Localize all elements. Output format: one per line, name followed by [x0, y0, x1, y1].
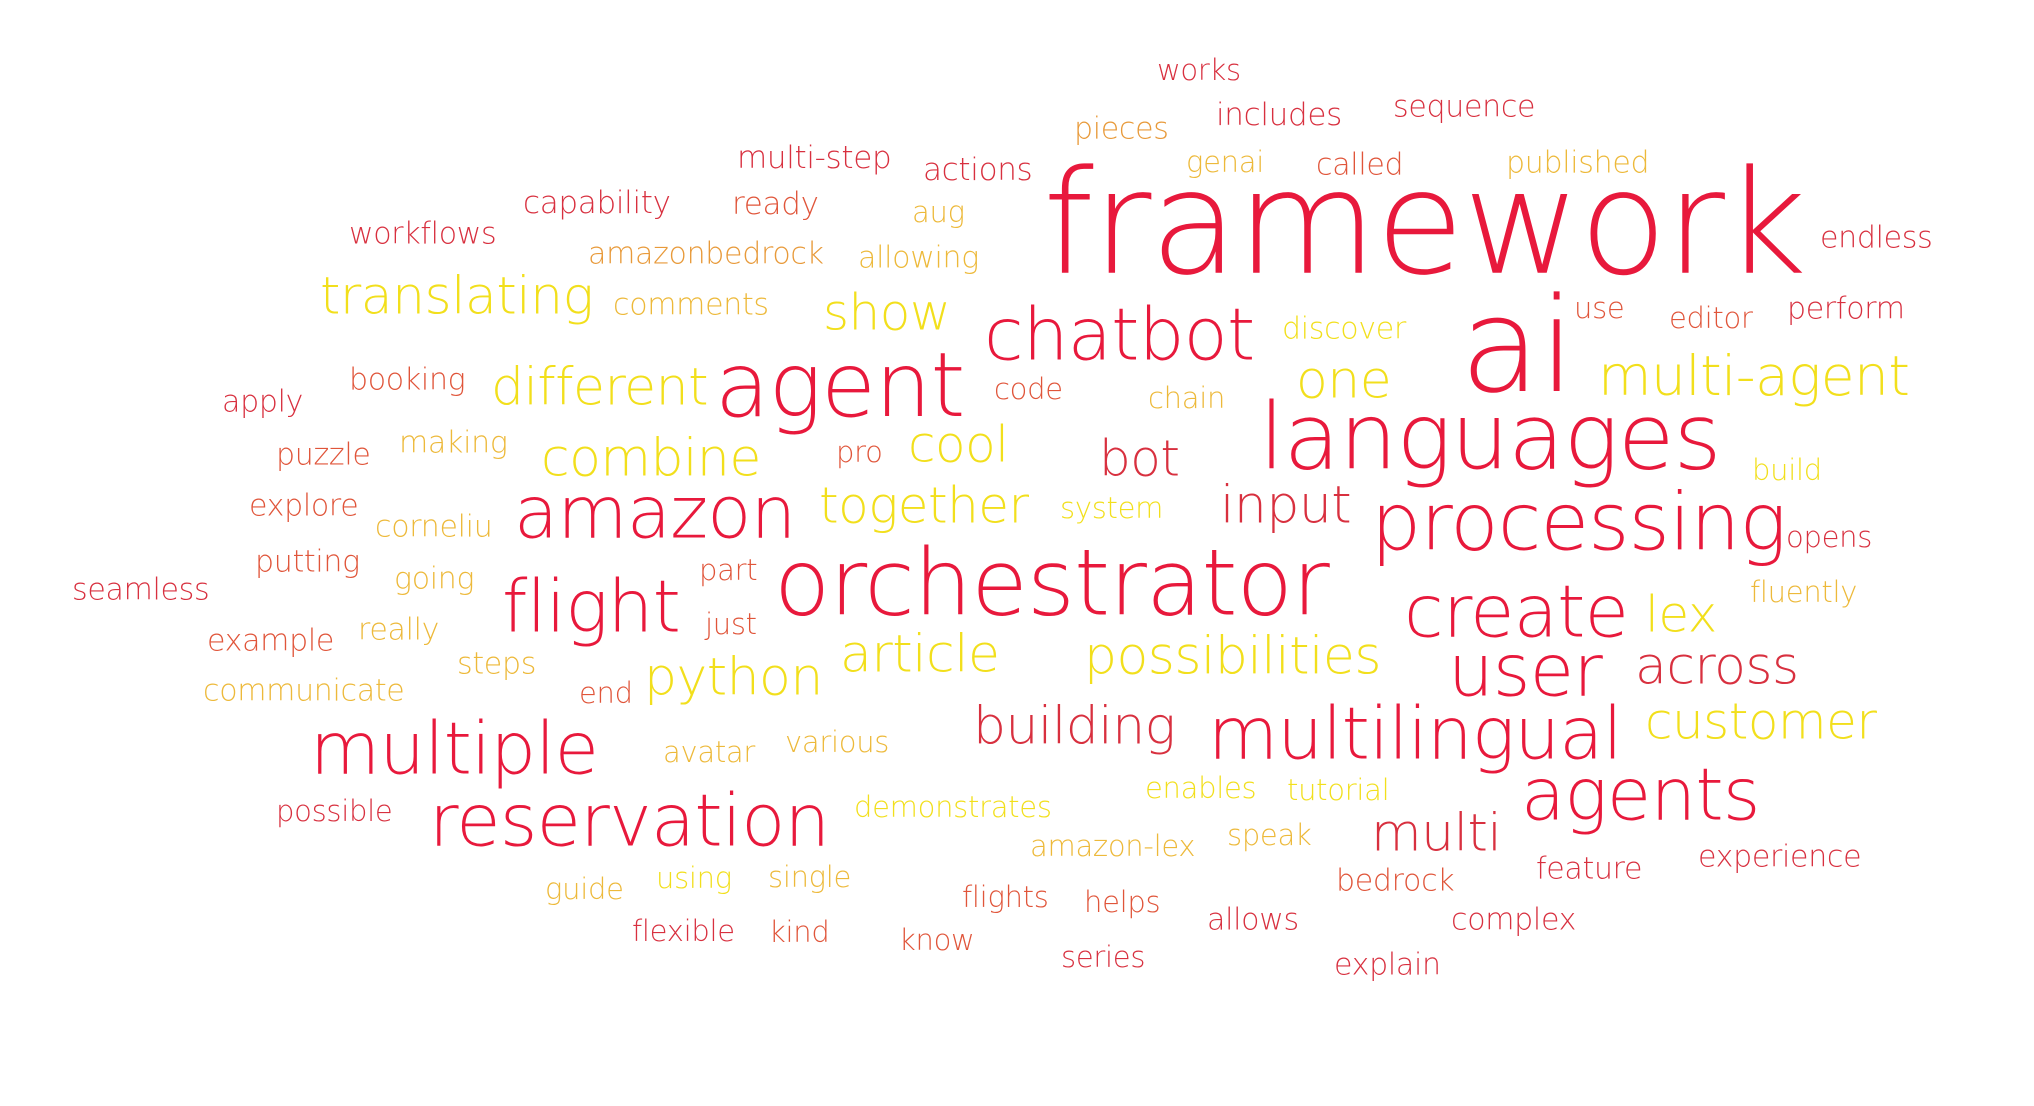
word-multi-step: multi-step	[737, 139, 892, 176]
word-reservation: reservation	[429, 778, 830, 863]
word-explore: explore	[249, 488, 359, 524]
word-kind: kind	[769, 915, 830, 950]
word-discover: discover	[1282, 311, 1407, 347]
word-cool: cool	[908, 415, 1009, 474]
word-cloud: works includes sequence pieces multi-step act…	[0, 0, 2034, 1106]
word-explain: explain	[1334, 947, 1441, 983]
word-allowing: allowing	[858, 240, 979, 276]
word-fluently: fluently	[1750, 575, 1858, 610]
word-different: different	[491, 357, 708, 418]
word-experience: experience	[1698, 839, 1862, 875]
word-helps: helps	[1084, 885, 1161, 920]
word-chatbot: chatbot	[984, 292, 1255, 377]
word-avatar: avatar	[663, 735, 756, 770]
word-ready: ready	[732, 185, 819, 222]
word-multiple: multiple	[310, 706, 599, 791]
word-endless: endless	[1820, 220, 1933, 256]
word-various: various	[785, 725, 890, 760]
word-seamless: seamless	[72, 572, 210, 608]
word-includes: includes	[1216, 96, 1342, 133]
word-python: python	[644, 647, 823, 708]
word-show: show	[823, 283, 951, 342]
word-aug: aug	[912, 195, 965, 230]
word-works: works	[1157, 53, 1241, 88]
word-know: know	[899, 923, 975, 958]
word-putting: putting	[255, 544, 360, 580]
word-allows: allows	[1207, 902, 1299, 938]
word-code: code	[994, 372, 1063, 407]
word-enables: enables	[1145, 771, 1257, 806]
word-perform: perform	[1787, 291, 1905, 327]
word-corneliu: corneliu	[375, 509, 493, 545]
word-feature: feature	[1536, 851, 1643, 887]
word-communicate: communicate	[203, 673, 405, 709]
word-using: using	[656, 861, 732, 896]
word-apply: apply	[222, 384, 304, 420]
word-chain: chain	[1148, 381, 1226, 416]
word-flight: flight	[502, 564, 681, 649]
word-article: article	[840, 624, 1000, 685]
word-flexible: flexible	[632, 914, 735, 949]
word-really: really	[358, 612, 440, 648]
word-editor: editor	[1669, 301, 1753, 336]
word-translating: translating	[320, 266, 594, 327]
word-possible: possible	[276, 794, 393, 829]
word-across: across	[1635, 636, 1799, 697]
word-processing: processing	[1371, 476, 1787, 569]
word-tutorial: tutorial	[1287, 773, 1390, 808]
word-puzzle: puzzle	[276, 437, 371, 473]
word-bedrock: bedrock	[1336, 863, 1455, 899]
word-booking: booking	[349, 362, 466, 398]
word-amazon-lex: amazon-lex	[1030, 829, 1196, 864]
word-making: making	[399, 425, 508, 461]
word-amazon: amazon	[514, 470, 796, 555]
word-end: end	[579, 676, 633, 711]
word-orchestrator: orchestrator	[774, 529, 1330, 637]
word-system: system	[1060, 491, 1164, 526]
word-actions: actions	[923, 151, 1033, 188]
word-guide: guide	[545, 872, 624, 907]
word-going: going	[394, 561, 475, 597]
word-use: use	[1574, 291, 1625, 326]
word-pro: pro	[836, 435, 883, 470]
word-input: input	[1220, 475, 1352, 536]
word-sequence: sequence	[1393, 89, 1536, 125]
word-opens: opens	[1786, 520, 1873, 555]
word-building: building	[973, 696, 1176, 757]
word-steps: steps	[457, 646, 537, 682]
word-amazonbedrock: amazonbedrock	[588, 236, 824, 272]
word-series: series	[1061, 940, 1146, 975]
word-agents: agents	[1521, 752, 1760, 837]
word-just: just	[705, 607, 757, 642]
word-flights: flights	[962, 880, 1049, 915]
word-part: part	[699, 553, 758, 588]
word-capability: capability	[523, 184, 671, 221]
word-workflows: workflows	[349, 216, 497, 252]
word-speak: speak	[1227, 818, 1312, 853]
word-comments: comments	[613, 287, 769, 323]
word-bot: bot	[1099, 429, 1180, 488]
word-customer: customer	[1645, 692, 1877, 751]
word-framework: framework	[1043, 138, 1807, 307]
word-single: single	[768, 860, 852, 895]
word-multi: multi	[1371, 803, 1502, 864]
word-together: together	[819, 476, 1029, 535]
word-example: example	[207, 623, 335, 659]
word-demonstrates: demonstrates	[854, 790, 1052, 825]
word-languages: languages	[1259, 383, 1722, 491]
word-complex: complex	[1451, 902, 1577, 938]
word-possibilities: possibilities	[1084, 626, 1381, 687]
word-lex: lex	[1645, 585, 1717, 644]
